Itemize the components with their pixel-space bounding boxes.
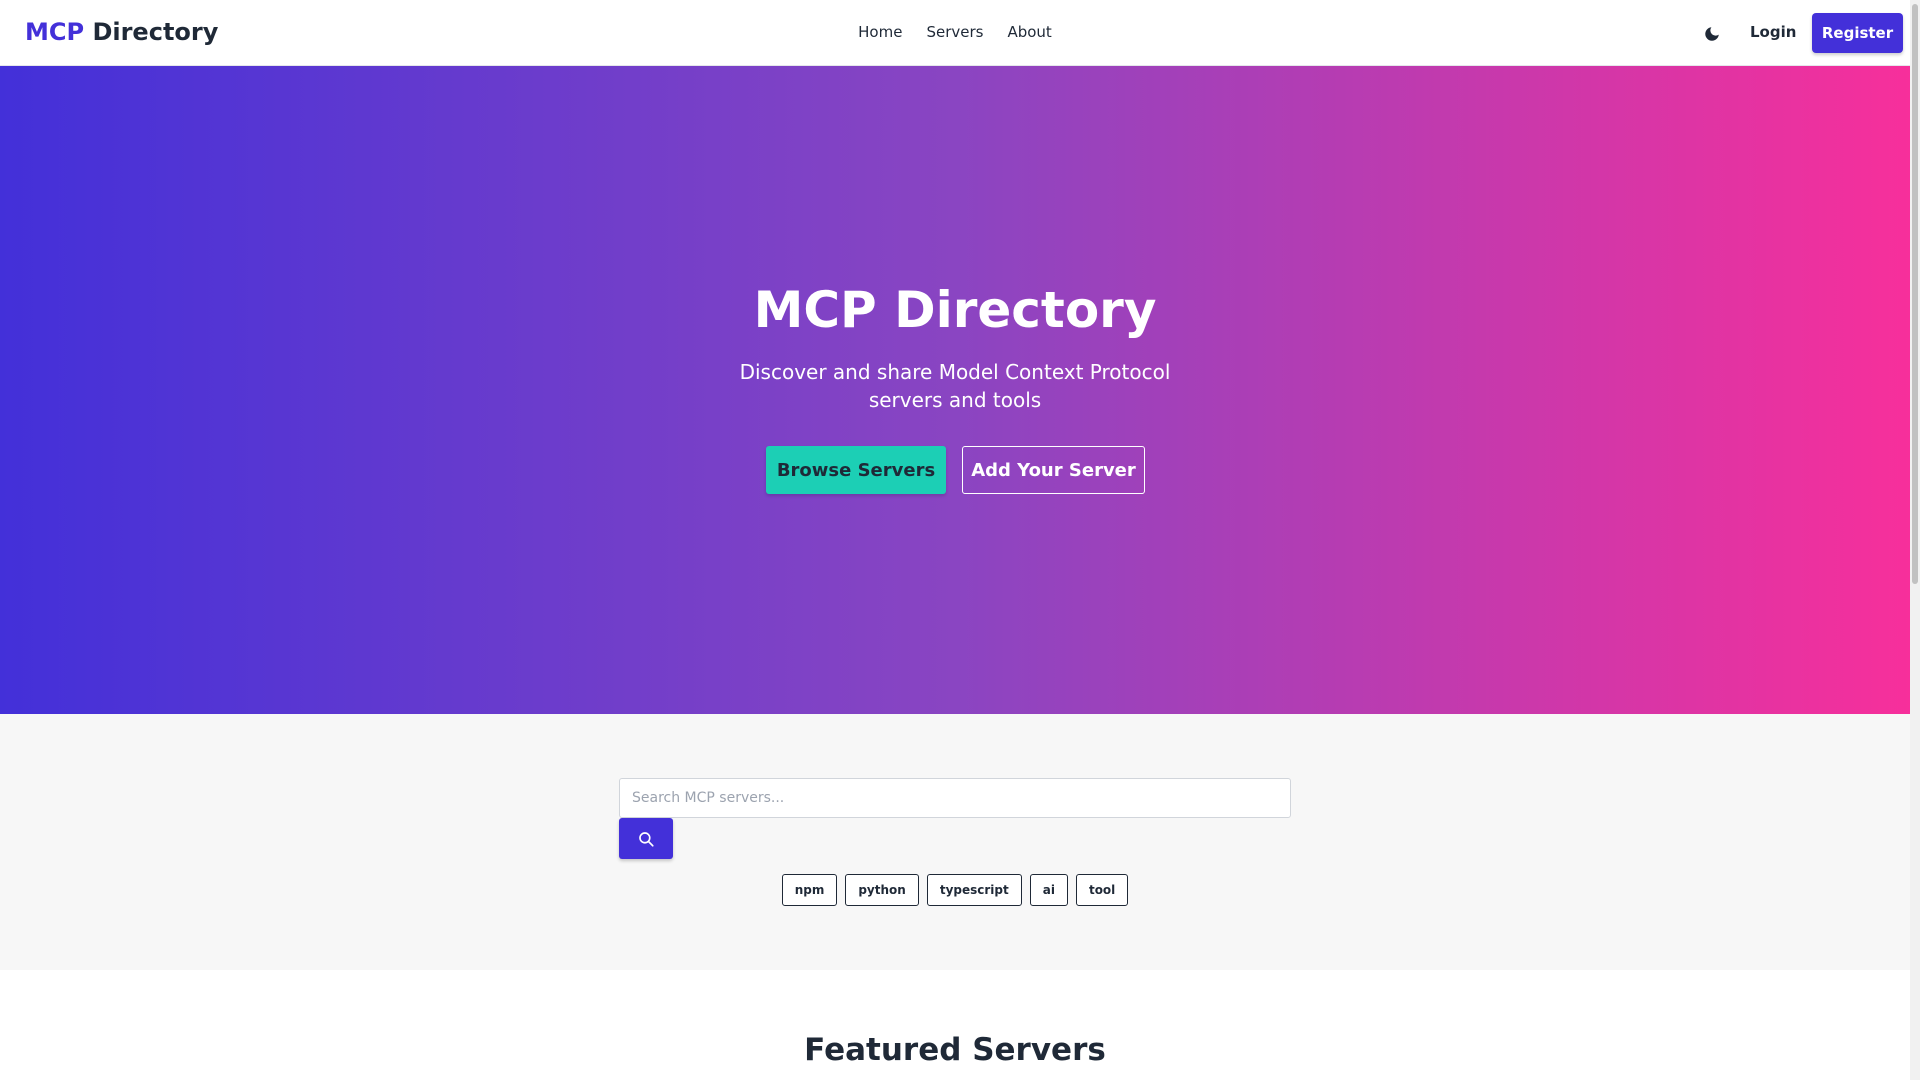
navbar: MCP Directory Home Servers About Login R… (0, 0, 1910, 66)
login-link[interactable]: Login (1750, 23, 1796, 41)
tag-typescript[interactable]: typescript (926, 874, 1022, 906)
featured-servers-heading: Featured Servers (804, 1032, 1106, 1068)
moon-icon (1705, 27, 1719, 41)
tag-ai[interactable]: ai (1029, 874, 1068, 906)
nav-links: Home Servers About (0, 23, 1910, 41)
scrollbar-thumb[interactable] (1912, 4, 1918, 584)
brand-accent: MCP (25, 18, 85, 46)
tag-list: npm python typescript ai tool (0, 874, 1910, 906)
add-server-button[interactable]: Add Your Server (962, 446, 1145, 494)
register-button[interactable]: Register (1812, 13, 1903, 53)
search-section: npm python typescript ai tool (0, 714, 1910, 970)
nav-link-home[interactable]: Home (858, 23, 902, 41)
hero-title: MCP Directory (753, 281, 1157, 339)
search-input[interactable] (619, 778, 1291, 818)
browse-servers-button[interactable]: Browse Servers (766, 446, 946, 494)
search-icon (639, 831, 654, 847)
tag-tool[interactable]: tool (1075, 874, 1129, 906)
hero-subtitle: Discover and share Model Context Protoco… (739, 360, 1171, 412)
brand-text: Directory (84, 18, 219, 46)
search-button[interactable] (619, 818, 673, 859)
tag-npm[interactable]: npm (781, 874, 838, 906)
hero-section: MCP Directory Discover and share Model C… (0, 66, 1910, 714)
brand-logo[interactable]: MCP Directory (25, 18, 218, 46)
nav-link-about[interactable]: About (1007, 23, 1051, 41)
tag-python[interactable]: python (845, 874, 919, 906)
nav-link-servers[interactable]: Servers (926, 23, 983, 41)
theme-toggle-button[interactable] (1700, 22, 1724, 46)
